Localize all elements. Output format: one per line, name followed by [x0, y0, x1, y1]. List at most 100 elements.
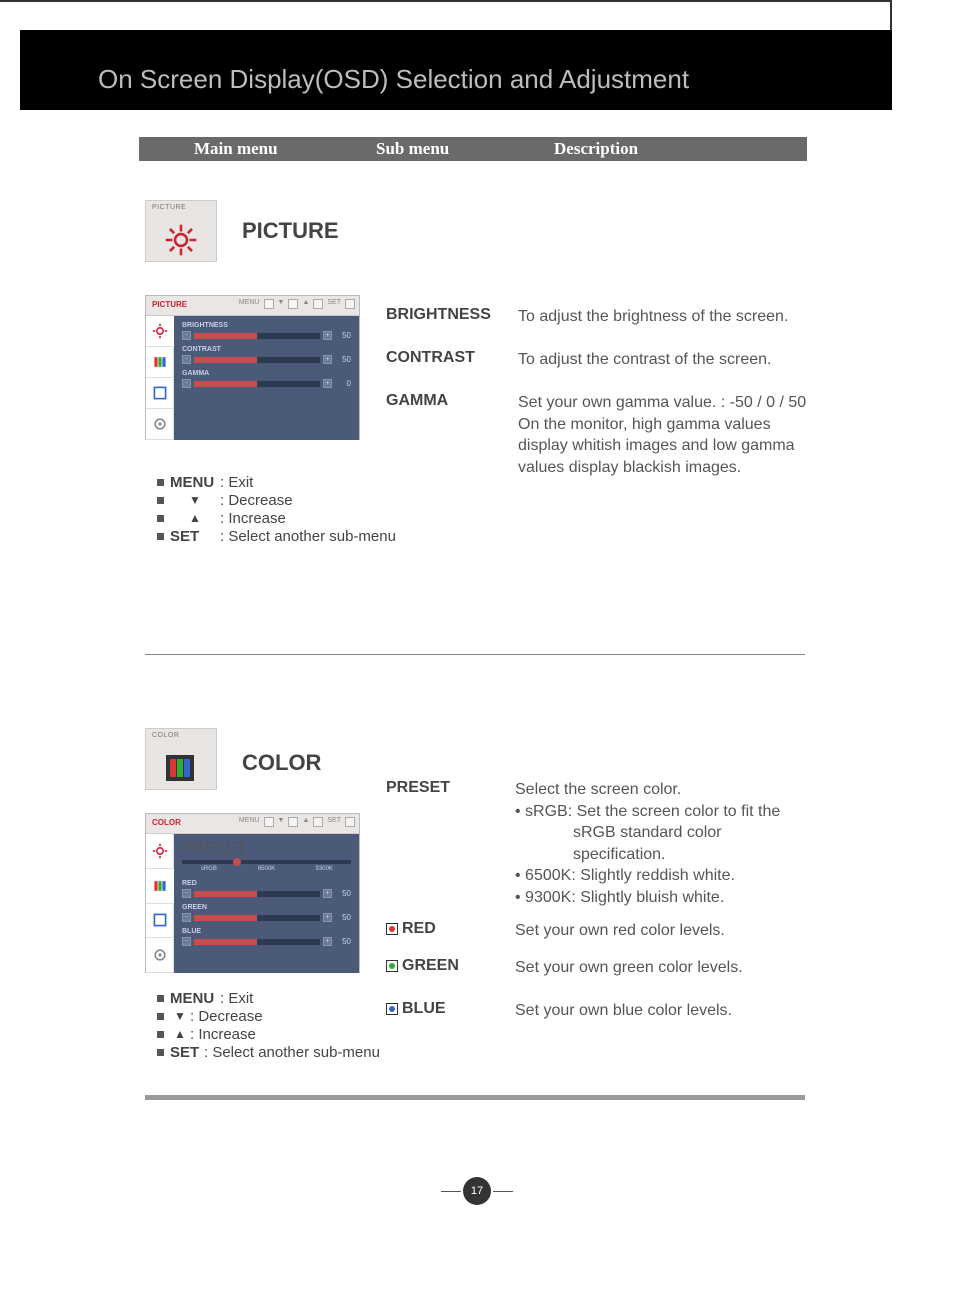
- osd-nav-box: [264, 817, 274, 827]
- desc-blue: Set your own blue color levels.: [515, 1000, 825, 1022]
- preset-bullet: • 9300K: Slightly bluish white.: [515, 887, 825, 909]
- tab-setup: [146, 938, 174, 973]
- desc-brightness: To adjust the brightness of the screen.: [518, 306, 818, 328]
- osd-row-label: BLUE: [182, 928, 351, 935]
- osd-header: COLOR MENU ▼ ▲ SET: [146, 814, 359, 834]
- bullet-icon: [157, 995, 164, 1002]
- tab-color: [146, 347, 174, 378]
- osd-row-contrast: CONTRAST -+50: [182, 346, 351, 364]
- color-thumb: COLOR: [145, 728, 217, 790]
- osd-row-label: PRESET: [182, 840, 246, 857]
- legend-key: SET: [170, 528, 220, 545]
- section-title-color: COLOR: [242, 750, 321, 776]
- tab-tracking: [146, 378, 174, 409]
- preset-bullet: • 6500K: Slightly reddish white.: [515, 865, 825, 887]
- col-sub-menu: Sub menu: [376, 139, 449, 159]
- legend-desc: : Exit: [220, 474, 253, 491]
- osd-nav-buttons: MENU ▼ ▲ SET: [239, 299, 355, 309]
- bullet-icon: [157, 1049, 164, 1056]
- down-triangle-icon: ▼: [278, 817, 285, 827]
- preset-opt: sRGB: [182, 866, 236, 872]
- picture-thumb-label: PICTURE: [152, 204, 186, 211]
- desc-contrast: To adjust the contrast of the screen.: [518, 349, 818, 371]
- slider-track: [194, 891, 320, 897]
- blue-swatch-icon: [386, 1003, 398, 1015]
- osd-nav-box: [313, 817, 323, 827]
- desc-gamma: Set your own gamma value. : -50 / 0 / 50…: [518, 392, 818, 478]
- osd-value: 0: [335, 379, 351, 388]
- bullet-icon: [157, 497, 164, 504]
- osd-title: COLOR: [152, 818, 181, 827]
- legend-picture: MENU: Exit ▼: Decrease ▲: Increase SET: …: [157, 473, 396, 545]
- minus-icon: -: [182, 913, 191, 922]
- osd-nav-menu-label: MENU: [239, 299, 260, 309]
- legend-desc: : Exit: [220, 990, 253, 1007]
- osd-value: 50: [335, 913, 351, 922]
- page-border: [890, 0, 892, 30]
- brightness-icon: [164, 223, 198, 257]
- bullet-icon: [157, 1031, 164, 1038]
- sub-blue-label: BLUE: [402, 1000, 446, 1018]
- osd-value: 50: [335, 355, 351, 364]
- osd-nav-box: [264, 299, 274, 309]
- desc-green: Set your own green color levels.: [515, 957, 825, 979]
- column-header-band: Main menu Sub menu Description: [139, 137, 807, 161]
- bullet-icon: [157, 1013, 164, 1020]
- bullet-icon: [157, 515, 164, 522]
- osd-row-red: RED -+50: [182, 880, 351, 898]
- osd-row-label: RED: [182, 880, 351, 887]
- green-swatch-icon: [386, 960, 398, 972]
- col-main-menu: Main menu: [194, 139, 278, 159]
- color-thumb-label: COLOR: [152, 732, 179, 739]
- sub-blue: BLUE: [386, 1000, 446, 1018]
- osd-nav-box: [345, 299, 355, 309]
- legend-key: MENU: [170, 474, 220, 491]
- tab-picture: [146, 834, 174, 869]
- osd-nav-box: [288, 299, 298, 309]
- sub-green: GREEN: [386, 957, 459, 975]
- slider-track: [194, 381, 320, 387]
- plus-icon: +: [323, 937, 332, 946]
- sub-red: RED: [386, 920, 436, 938]
- desc-preset: Select the screen color. • sRGB: Set the…: [515, 779, 825, 909]
- page-border: [0, 0, 892, 2]
- osd-nav-menu-label: MENU: [239, 817, 260, 827]
- osd-row-label: BRIGHTNESS: [182, 322, 351, 329]
- osd-color-panel: COLOR MENU ▼ ▲ SET PRESET sRGB 6500K9300K…: [145, 813, 360, 973]
- preset-opt: 6500K: [240, 866, 294, 872]
- legend-color: MENU: Exit ▼: Decrease ▲: Increase SET: …: [157, 989, 380, 1061]
- osd-row-label: CONTRAST: [182, 346, 351, 353]
- section-title-picture: PICTURE: [242, 218, 339, 244]
- page-number: 17: [463, 1177, 491, 1205]
- down-triangle-icon: ▼: [170, 493, 220, 507]
- osd-nav-buttons: MENU ▼ ▲ SET: [239, 817, 355, 827]
- section-divider-thick: [145, 1095, 805, 1100]
- tab-color: [146, 869, 174, 904]
- section-divider: [145, 654, 805, 655]
- slider-track: [194, 939, 320, 945]
- legend-desc: : Increase: [190, 1026, 256, 1043]
- legend-desc: : Increase: [220, 510, 286, 527]
- page-title: On Screen Display(OSD) Selection and Adj…: [98, 64, 689, 95]
- col-description: Description: [554, 139, 638, 159]
- legend-key: SET: [170, 1044, 204, 1061]
- osd-nav-set-label: SET: [327, 299, 341, 309]
- plus-icon: +: [323, 331, 332, 340]
- sub-gamma: GAMMA: [386, 392, 448, 410]
- bullet-icon: [157, 479, 164, 486]
- up-triangle-icon: ▲: [302, 299, 309, 309]
- legend-desc: : Select another sub-menu: [220, 528, 396, 545]
- osd-row-preset: PRESET sRGB 6500K9300K: [182, 840, 351, 872]
- minus-icon: -: [182, 355, 191, 364]
- plus-icon: +: [323, 913, 332, 922]
- osd-nav-set-label: SET: [327, 817, 341, 827]
- preset-bullet: • sRGB: Set the screen color to fit the: [515, 801, 825, 823]
- tab-tracking: [146, 904, 174, 939]
- up-triangle-icon: ▲: [302, 817, 309, 827]
- preset-opt: 9300K: [297, 866, 351, 872]
- up-triangle-icon: ▲: [170, 1027, 190, 1041]
- osd-nav-box: [288, 817, 298, 827]
- tab-picture: [146, 316, 174, 347]
- osd-picture-panel: PICTURE MENU ▼ ▲ SET BRIGHTNESS -+50 CON…: [145, 295, 360, 440]
- osd-nav-box: [313, 299, 323, 309]
